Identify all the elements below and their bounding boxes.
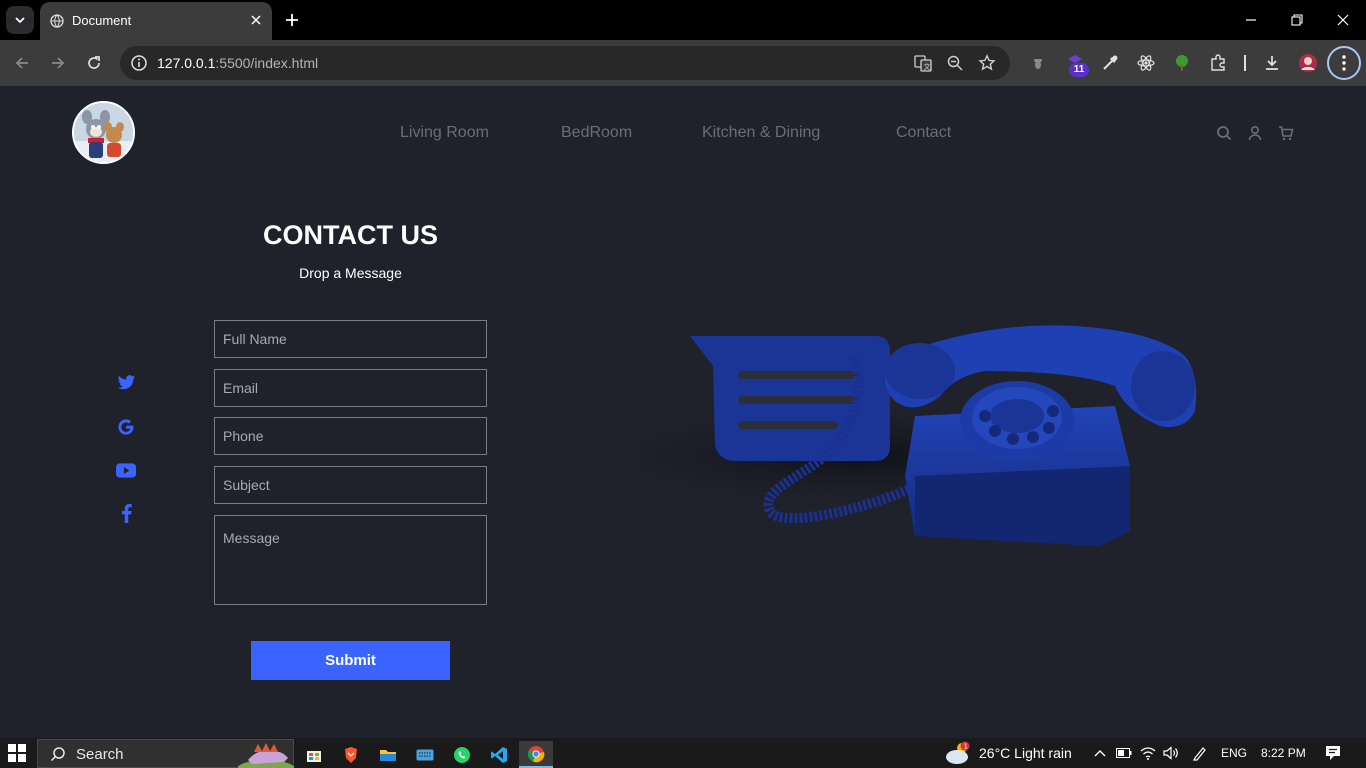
- notification-icon[interactable]: [1325, 745, 1341, 761]
- site-logo[interactable]: [72, 101, 135, 164]
- contact-subtitle: Drop a Message: [299, 265, 402, 281]
- extension-acorn-icon[interactable]: [1027, 52, 1049, 74]
- reload-button[interactable]: [82, 51, 106, 75]
- globe-icon: [50, 14, 64, 28]
- message-field[interactable]: [214, 515, 487, 605]
- wifi-icon[interactable]: [1140, 745, 1156, 761]
- restore-button[interactable]: [1285, 8, 1309, 32]
- subject-field[interactable]: [214, 466, 487, 504]
- page-content: Living Room BedRoom Kitchen & Dining Con…: [0, 86, 1366, 738]
- google-icon[interactable]: [116, 417, 136, 437]
- url-text: 127.0.0.1:5500/index.html: [157, 55, 318, 71]
- nav-kitchen-dining[interactable]: Kitchen & Dining: [702, 124, 820, 142]
- taskbar-vscode-icon[interactable]: [482, 741, 516, 768]
- dinosaur-search-highlight-icon: [238, 743, 294, 768]
- search-icon[interactable]: [1215, 124, 1233, 142]
- pen-icon[interactable]: [1192, 745, 1208, 761]
- browser-menu-button[interactable]: [1327, 46, 1361, 80]
- taskbar-chrome-icon[interactable]: [519, 741, 553, 768]
- chevron-up-icon[interactable]: [1092, 745, 1108, 761]
- back-button[interactable]: [10, 51, 34, 75]
- nav-living-room[interactable]: Living Room: [400, 124, 489, 142]
- taskbar-brave-icon[interactable]: [334, 741, 368, 768]
- telephone-illustration: [555, 325, 1197, 546]
- youtube-icon[interactable]: [116, 460, 136, 480]
- tab-search-button[interactable]: [6, 6, 34, 34]
- phone-field[interactable]: [214, 417, 487, 455]
- cartoon-characters-logo-image: [74, 103, 133, 162]
- taskbar-search-label: Search: [76, 746, 124, 763]
- eyedropper-icon[interactable]: [1099, 52, 1121, 74]
- download-icon[interactable]: [1261, 52, 1283, 74]
- address-bar[interactable]: 127.0.0.1:5500/index.html 文: [120, 46, 1010, 80]
- tab-title: Document: [72, 13, 132, 28]
- search-icon: [50, 747, 65, 762]
- tree-extension-icon[interactable]: [1171, 52, 1193, 74]
- svg-text:文: 文: [924, 62, 931, 71]
- user-icon[interactable]: [1246, 124, 1264, 142]
- url-path: :5500/index.html: [215, 55, 319, 71]
- full-name-field[interactable]: [214, 320, 487, 358]
- facebook-icon[interactable]: [116, 503, 136, 523]
- nav-contact[interactable]: Contact: [896, 124, 951, 142]
- email-field[interactable]: [214, 369, 487, 407]
- bookmark-star-icon[interactable]: [978, 54, 996, 72]
- windows-taskbar: Search 1 26°C Light rain ENG 8:22 PM: [0, 738, 1366, 768]
- windows-start-icon[interactable]: [8, 744, 26, 762]
- extensions-puzzle-icon[interactable]: [1207, 52, 1229, 74]
- weather-cloud-icon: 1: [946, 741, 970, 764]
- react-devtools-icon[interactable]: [1135, 52, 1157, 74]
- browser-tabstrip: Document: [0, 0, 1366, 40]
- svg-text:1: 1: [964, 743, 968, 751]
- close-window-button[interactable]: [1331, 8, 1355, 32]
- twitter-icon[interactable]: [116, 373, 136, 393]
- arrow-left-icon: [15, 57, 28, 69]
- taskbar-keyboard-icon[interactable]: [408, 741, 442, 768]
- forward-button[interactable]: [46, 51, 70, 75]
- site-info-icon[interactable]: [130, 54, 148, 72]
- profile-avatar-icon[interactable]: [1297, 52, 1319, 74]
- weather-text[interactable]: 26°C Light rain: [979, 745, 1072, 761]
- arrow-right-icon: [52, 57, 65, 69]
- tab-close-icon[interactable]: [248, 12, 264, 28]
- clock-time[interactable]: 8:22 PM: [1261, 746, 1306, 760]
- taskbar-whatsapp-icon[interactable]: [445, 741, 479, 768]
- plus-icon: [286, 14, 298, 26]
- toolbar-divider: [1244, 55, 1246, 71]
- battery-icon[interactable]: [1116, 745, 1132, 761]
- contact-title: CONTACT US: [263, 220, 438, 250]
- minimize-button[interactable]: [1239, 8, 1263, 32]
- url-host: 127.0.0.1: [157, 55, 216, 71]
- cart-icon[interactable]: [1277, 124, 1295, 142]
- nav-bedroom[interactable]: BedRoom: [561, 124, 632, 142]
- browser-toolbar: 127.0.0.1:5500/index.html 文: [0, 40, 1366, 86]
- volume-icon[interactable]: [1163, 745, 1179, 761]
- taskbar-file-explorer-icon[interactable]: [371, 741, 405, 768]
- taskbar-search-box[interactable]: Search: [37, 739, 294, 768]
- submit-button[interactable]: Submit: [251, 641, 450, 680]
- browser-tab[interactable]: Document: [40, 2, 272, 40]
- reload-icon: [88, 56, 100, 69]
- taskbar-store-icon[interactable]: [297, 741, 331, 768]
- translate-icon[interactable]: 文: [914, 54, 932, 72]
- new-tab-button[interactable]: [282, 10, 302, 30]
- zoom-icon[interactable]: [946, 54, 964, 72]
- chevron-down-icon: [15, 17, 25, 24]
- extension-badge: 11: [1069, 63, 1089, 77]
- input-language[interactable]: ENG: [1221, 746, 1247, 760]
- kebab-menu-icon: [1342, 55, 1346, 71]
